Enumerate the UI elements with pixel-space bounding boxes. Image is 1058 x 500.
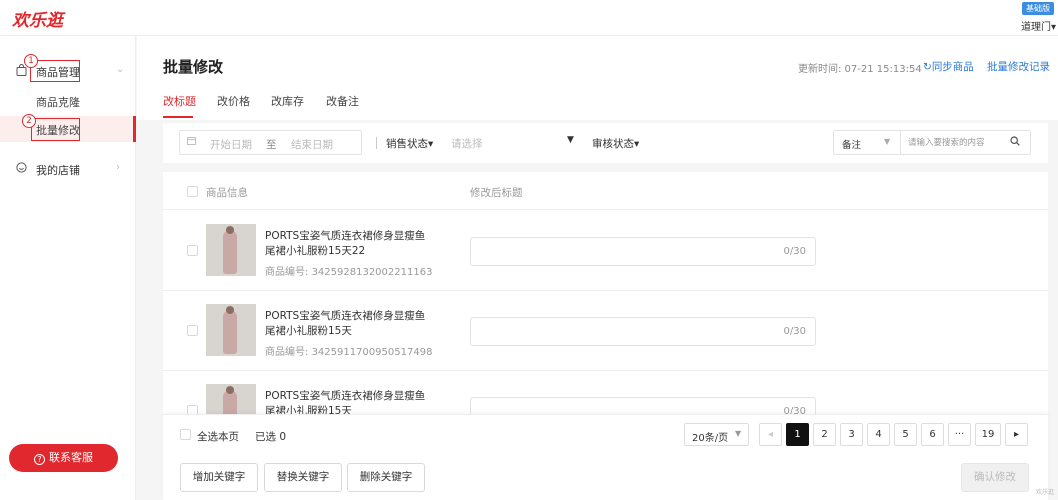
char-counter: 0/30 (783, 246, 806, 257)
tab-edit-stock[interactable]: 改库存 (271, 93, 304, 109)
page-button[interactable]: 3 (840, 423, 863, 446)
search-input[interactable] (908, 136, 1004, 150)
contact-service-button[interactable]: ? 联系客服 (9, 444, 118, 472)
caret-down-icon[interactable]: ▼ (567, 135, 574, 145)
start-date-input[interactable]: 开始日期 (210, 137, 252, 152)
page-title: 批量修改 (163, 58, 224, 76)
sync-icon: ↻ (923, 61, 932, 73)
char-counter: 0/30 (783, 326, 806, 337)
next-page-button[interactable]: ▸ (1005, 423, 1028, 446)
smile-icon (16, 162, 27, 176)
product-title: PORTS宝姿气质连衣裙修身显瘦鱼尾裙小礼服粉15天22 (265, 230, 426, 257)
page-button[interactable]: 19 (975, 423, 1001, 446)
page-header: 批量修改 更新时间: 07-21 15:13:54 ↻同步商品 批量修改记录 改… (137, 36, 1058, 120)
page-ellipsis[interactable]: ··· (948, 423, 971, 446)
step-marker: 2 (22, 114, 36, 128)
product-code: 商品编号: 3425928132002211163 (265, 267, 433, 278)
sidebar-item-label: 我的店铺 (36, 164, 80, 177)
sidebar-item-my-store[interactable]: 我的店铺 › (0, 156, 136, 182)
sale-status-select[interactable]: 请选择 (451, 136, 483, 151)
help-icon: ? (34, 454, 45, 465)
update-time: 更新时间: 07-21 15:13:54 (798, 64, 922, 75)
search-icon[interactable] (1010, 136, 1020, 146)
bag-icon (16, 64, 27, 79)
chevron-down-icon: ⌄ (116, 64, 125, 75)
date-separator: 至 (266, 139, 277, 151)
new-title-input[interactable]: 0/30 (470, 237, 816, 266)
add-keyword-button[interactable]: 增加关键字 (180, 463, 258, 492)
bottom-action-bar: 全选本页 已选 0 20条/页 ▼ ◂ 1 2 3 4 5 6 ··· 19 ▸ … (163, 414, 1048, 500)
sidebar-item-label: 商品克隆 (36, 96, 80, 109)
select-all-label[interactable]: 全选本页 (197, 429, 239, 444)
page-size-select[interactable]: 20条/页 ▼ (684, 423, 749, 446)
replace-keyword-button[interactable]: 替换关键字 (264, 463, 342, 492)
search-group: 备注 ▼ (833, 130, 1031, 155)
select-all-header-checkbox[interactable] (187, 186, 198, 197)
column-header-new-title: 修改后标题 (470, 187, 523, 199)
product-thumbnail (206, 224, 256, 276)
audit-status-select[interactable]: 审核状态▾ (592, 136, 639, 151)
tab-edit-remark[interactable]: 改备注 (326, 93, 359, 109)
product-code: 商品编号: 3425911700950517498 (265, 347, 433, 358)
active-tab-indicator (163, 116, 193, 118)
app-logo[interactable]: 欢乐逛 (12, 6, 63, 31)
tab-edit-price[interactable]: 改价格 (217, 93, 250, 109)
page-button[interactable]: 4 (867, 423, 890, 446)
contact-service-label: 联系客服 (49, 451, 93, 464)
step-marker: 1 (24, 54, 38, 68)
selected-count: 已选 0 (255, 431, 287, 443)
row-checkbox[interactable] (187, 245, 198, 256)
caret-down-icon: ▼ (735, 429, 742, 438)
search-type-select[interactable]: 备注 (842, 137, 861, 151)
product-title: PORTS宝姿气质连衣裙修身显瘦鱼尾裙小礼服粉15天 (265, 310, 426, 337)
row-checkbox[interactable] (187, 325, 198, 336)
date-range-picker[interactable]: 开始日期 至 结束日期 (179, 130, 362, 155)
highlight-box (31, 118, 80, 141)
sale-status-label[interactable]: 销售状态▾ (386, 136, 433, 151)
page-button[interactable]: 1 (786, 423, 809, 446)
sync-products-button[interactable]: ↻同步商品 (923, 59, 974, 74)
page-button[interactable]: 2 (813, 423, 836, 446)
tab-edit-title[interactable]: 改标题 (163, 93, 196, 109)
table-header: 商品信息 修改后标题 (163, 172, 1048, 210)
divider (900, 131, 901, 154)
calendar-icon (187, 136, 196, 148)
edition-badge: 基础版 (1022, 2, 1054, 15)
top-bar: 欢乐逛 基础版 道理门▾ (0, 0, 1058, 36)
delete-keyword-button[interactable]: 删除关键字 (347, 463, 425, 492)
watermark: 欢乐逛 (1035, 489, 1054, 496)
chevron-right-icon: › (116, 162, 120, 173)
caret-down-icon[interactable]: ▼ (884, 137, 890, 146)
sidebar-item-product-clone[interactable]: 商品克隆 (0, 88, 136, 114)
page-button[interactable]: 6 (921, 423, 944, 446)
confirm-edit-button[interactable]: 确认修改 (961, 463, 1029, 492)
product-thumbnail (206, 304, 256, 356)
new-title-input[interactable]: 0/30 (470, 317, 816, 346)
table-row: PORTS宝姿气质连衣裙修身显瘦鱼尾裙小礼服粉15天22 商品编号: 34259… (163, 211, 1048, 291)
end-date-input[interactable]: 结束日期 (291, 137, 333, 152)
filter-bar: 开始日期 至 结束日期 销售状态▾ 请选择 ▼ 审核状态▾ 备注 ▼ (163, 123, 1048, 163)
batch-edit-log-link[interactable]: 批量修改记录 (987, 59, 1050, 74)
user-menu[interactable]: 道理门▾ (1021, 18, 1056, 33)
column-header-product-info: 商品信息 (206, 187, 248, 199)
select-page-checkbox[interactable] (180, 429, 191, 440)
page-button[interactable]: 5 (894, 423, 917, 446)
table-row: PORTS宝姿气质连衣裙修身显瘦鱼尾裙小礼服粉15天 商品编号: 3425911… (163, 291, 1048, 371)
sidebar: 商品管理 ⌄ 商品克隆 批量修改 我的店铺 › 1 2 ? 联系客服 (0, 36, 136, 500)
main-content: 批量修改 更新时间: 07-21 15:13:54 ↻同步商品 批量修改记录 改… (137, 36, 1058, 500)
divider (376, 137, 377, 149)
prev-page-button[interactable]: ◂ (759, 423, 782, 446)
